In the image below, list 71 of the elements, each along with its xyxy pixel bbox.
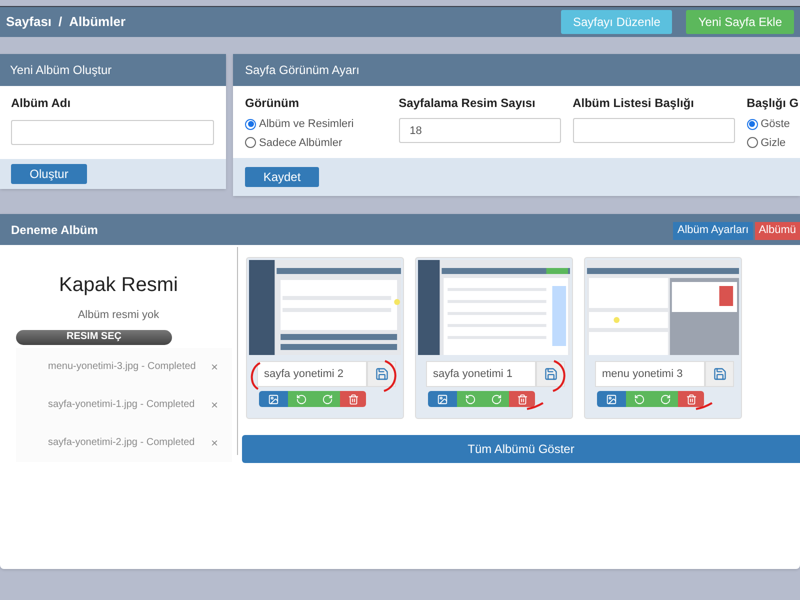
rotate-left-button[interactable] [626,391,652,407]
rotate-right-button[interactable] [483,391,509,407]
annotation-mark [383,360,399,392]
save-icon [374,367,388,381]
field-label: Başlığı G [746,95,800,112]
header-button[interactable]: Yeni Sayfa Ekle [686,10,794,34]
save-caption-button[interactable] [705,361,734,387]
annotation-mark [695,402,713,410]
album-name-field[interactable] [11,120,214,145]
rotate-right-button[interactable] [652,391,678,407]
field-label: Sayfalama Resim Sayısı [398,95,536,112]
album-button[interactable]: Albümü [754,222,800,240]
file-name: sayfa-yonetimi-2.jpg - Completed [48,436,195,450]
radio-option[interactable]: Sadece Albümler [245,134,387,151]
image-button[interactable] [597,391,626,407]
rotate-left-icon [464,394,476,404]
remove-icon[interactable]: × [210,358,218,376]
field-label: Albüm Adı [11,95,72,112]
trash-icon [516,394,528,404]
breadcrumb-current: Albümler [69,13,126,32]
save-caption-button[interactable] [536,361,565,387]
rotate-left-icon [634,394,644,404]
album-button[interactable]: Albüm Ayarları [673,222,753,240]
rotate-left-button[interactable] [288,391,314,407]
create-button[interactable]: Oluştur [11,164,87,184]
radio-option[interactable]: Albüm ve Resimleri [245,116,387,132]
annotation-mark [249,362,261,390]
choose-image-button[interactable]: RESIM SEÇ [16,330,172,344]
rotate-right-icon [490,394,502,404]
panel-title: Sayfa Görünüm Ayarı [245,62,360,79]
text-field[interactable] [572,118,735,143]
file-name: sayfa-yonetimi-1.jpg - Completed [48,398,195,412]
remove-icon[interactable]: × [210,396,218,414]
field-label: Albüm Listesi Başlığı [572,95,695,112]
trash-icon [686,394,696,404]
text-field[interactable]: 18 [398,118,561,143]
breadcrumb-separator: / [58,13,62,32]
rotate-right-button[interactable] [314,391,340,407]
save-icon [712,367,726,381]
field-label: Görünüm [245,95,300,112]
image-icon [268,394,279,404]
image-button[interactable] [428,391,457,407]
breadcrumb-link[interactable]: Sayfası [6,12,52,32]
save-button[interactable]: Kaydet [245,167,319,187]
show-all-button[interactable]: Tüm Albümü Göster [242,435,800,463]
cover-title: Kapak Resmi [59,273,178,298]
trash-icon [348,394,358,404]
rotate-right-icon [660,394,670,404]
radio-option[interactable]: Gizle [746,134,800,151]
annotation-mark [552,360,568,392]
caption-field[interactable]: sayfa yonetimi 2 [257,361,367,387]
remove-icon[interactable]: × [210,434,218,452]
image-button[interactable] [259,391,288,407]
delete-button[interactable] [678,391,704,407]
panel-title: Deneme Albüm [11,222,98,238]
cover-note: Albüm resmi yok [78,308,160,323]
rotate-right-icon [322,394,332,404]
delete-button[interactable] [509,391,535,407]
panel-title: Yeni Albüm Oluştur [10,62,112,79]
annotation-mark [526,402,544,410]
file-name: menu-yonetimi-3.jpg - Completed [48,360,196,374]
radio-option[interactable]: Göste [746,116,800,132]
save-caption-button[interactable] [367,361,396,387]
caption-field[interactable]: sayfa yonetimi 1 [426,361,536,387]
image-icon [437,394,448,404]
save-icon [544,367,558,381]
rotate-left-button[interactable] [457,391,483,407]
caption-field[interactable]: menu yonetimi 3 [595,361,705,387]
image-icon [606,394,617,404]
delete-button[interactable] [340,391,366,407]
rotate-left-icon [296,394,306,404]
